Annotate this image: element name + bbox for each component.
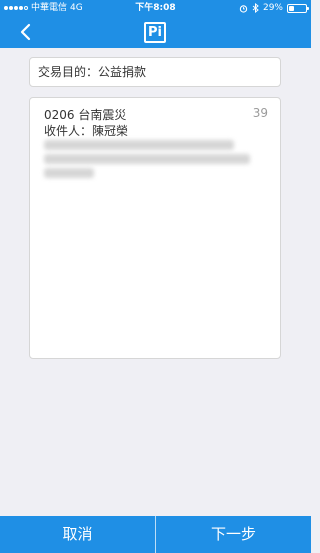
status-bar: 中華電信 4G 下午8:08 29% — [0, 0, 311, 16]
nav-bar: Pi — [0, 16, 311, 48]
back-button[interactable] — [16, 22, 36, 42]
redacted-line — [44, 140, 234, 150]
bluetooth-icon — [252, 3, 259, 13]
app-logo: Pi — [144, 22, 166, 43]
purpose-field[interactable]: 交易目的：公益捐款 — [29, 57, 281, 87]
status-right: 29% — [239, 0, 309, 16]
redacted-line — [44, 154, 250, 164]
card-title: 0206 台南震災 — [44, 108, 127, 122]
next-step-button[interactable]: 下一步 — [156, 516, 311, 553]
button-divider — [155, 516, 156, 553]
bottom-bar: 取消 下一步 — [0, 516, 311, 553]
card-count: 39 — [252, 106, 268, 120]
redacted-line — [44, 168, 94, 178]
card-recipient: 收件人：陳冠榮 — [44, 124, 129, 138]
cancel-button[interactable]: 取消 — [0, 516, 155, 553]
purpose-text: 交易目的：公益捐款 — [38, 65, 147, 79]
alarm-icon — [239, 4, 248, 13]
battery-fill — [289, 5, 294, 11]
battery-icon — [287, 3, 309, 13]
chevron-left-icon — [20, 23, 31, 41]
recipient-card[interactable]: 0206 台南震災 39 收件人：陳冠榮 — [29, 97, 281, 359]
battery-percent: 29% — [262, 3, 283, 13]
